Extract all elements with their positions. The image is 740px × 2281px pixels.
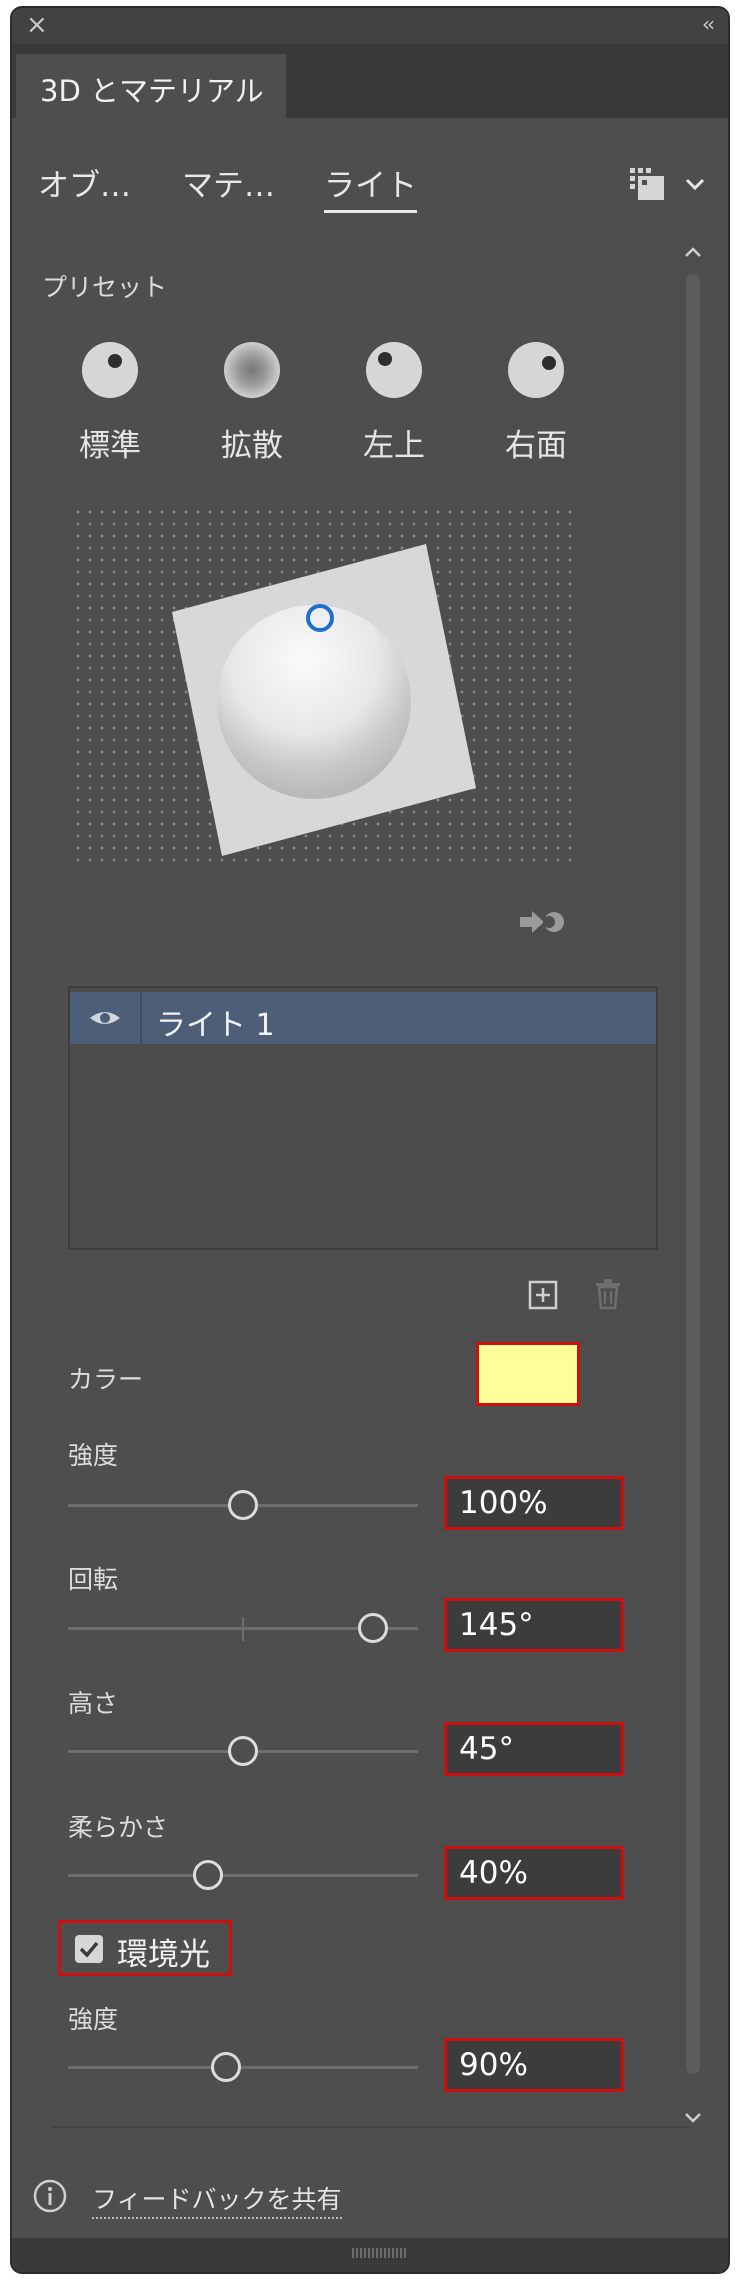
preview-sphere <box>217 605 411 799</box>
share-feedback-link[interactable]: フィードバックを共有 <box>92 2180 342 2219</box>
softness-slider[interactable] <box>68 1860 418 1892</box>
preset-top-left-icon <box>366 342 422 398</box>
footer-divider <box>52 2126 688 2128</box>
row-divider <box>140 992 142 1044</box>
light-name: ライト 1 <box>156 1008 275 1043</box>
rotation-slider-thumb[interactable] <box>357 1613 388 1643</box>
rotation-center-tick <box>242 1617 244 1641</box>
preset-diffuse[interactable]: 拡散 <box>202 342 302 465</box>
info-icon <box>33 2179 67 2213</box>
ambient-intensity-slider[interactable] <box>68 2052 418 2084</box>
collapse-panel-icon[interactable]: ‹‹ <box>702 14 715 34</box>
height-label: 高さ <box>68 1689 119 1718</box>
close-icon[interactable]: × <box>26 12 48 38</box>
ambient-intensity-label: 強度 <box>68 2005 119 2034</box>
ambient-intensity-input[interactable]: 90% <box>444 2038 624 2092</box>
preset-top-left[interactable]: 左上 <box>344 342 444 465</box>
move-light-to-object-icon[interactable] <box>518 908 566 936</box>
tab-material[interactable]: マテ… <box>182 160 275 205</box>
chevron-down-icon[interactable] <box>684 173 706 195</box>
intensity-slider-thumb[interactable] <box>228 1490 258 1520</box>
light-list: ライト 1 <box>68 986 658 1250</box>
panel-window: × ‹‹ 3D とマテリアル オブ… マテ… ライト プリセット 標準 拡散 左… <box>10 6 730 2274</box>
intensity-label: 強度 <box>68 1441 119 1470</box>
presets-heading: プリセット <box>42 273 168 302</box>
softness-slider-thumb[interactable] <box>193 1860 223 1890</box>
preset-right-icon <box>508 342 564 398</box>
rotation-slider[interactable] <box>68 1613 418 1645</box>
intensity-slider[interactable] <box>68 1490 418 1522</box>
preset-standard[interactable]: 標準 <box>60 342 160 465</box>
ambient-light-label: 環境光 <box>117 1937 210 1973</box>
color-label: カラー <box>68 1365 144 1394</box>
trash-icon[interactable] <box>594 1278 622 1310</box>
preset-standard-icon <box>82 342 138 398</box>
tab-light[interactable]: ライト <box>324 160 417 213</box>
preset-label: 標準 <box>79 428 141 464</box>
add-light-icon[interactable] <box>528 1280 558 1310</box>
rotation-label: 回転 <box>68 1565 119 1594</box>
checkmark-icon <box>79 1941 99 1958</box>
preset-label: 右面 <box>505 428 567 464</box>
scrollbar[interactable] <box>678 232 708 2123</box>
resize-grip-icon[interactable] <box>352 2248 406 2258</box>
preset-label: 左上 <box>363 428 425 464</box>
preset-right[interactable]: 右面 <box>486 342 586 465</box>
resize-bar[interactable] <box>12 2238 728 2272</box>
panel-tab-3d-materials[interactable]: 3D とマテリアル <box>16 54 286 122</box>
light-preview-canvas[interactable] <box>76 510 576 870</box>
ambient-light-checkbox[interactable] <box>75 1935 103 1963</box>
panel-tab-bar: 3D とマテリアル <box>12 44 728 122</box>
color-swatch[interactable] <box>476 1342 580 1406</box>
scroll-up-icon[interactable] <box>683 244 703 260</box>
eye-icon[interactable] <box>88 1006 122 1030</box>
intensity-input[interactable]: 100% <box>444 1476 624 1530</box>
height-input[interactable]: 45° <box>444 1722 624 1776</box>
height-slider[interactable] <box>68 1736 418 1768</box>
render-view-icon[interactable] <box>628 166 666 202</box>
light-list-item[interactable]: ライト 1 <box>70 992 656 1044</box>
rotation-input[interactable]: 145° <box>444 1598 624 1652</box>
scroll-down-icon[interactable] <box>683 2110 703 2126</box>
preset-label: 拡散 <box>221 428 283 464</box>
preset-diffuse-icon <box>224 342 280 398</box>
softness-label: 柔らかさ <box>68 1813 169 1842</box>
scrollbar-thumb[interactable] <box>686 274 700 2074</box>
title-bar: × ‹‹ <box>12 8 728 44</box>
ambient-intensity-slider-thumb[interactable] <box>210 2052 241 2082</box>
ambient-light-toggle[interactable]: 環境光 <box>58 1920 232 1976</box>
tab-object[interactable]: オブ… <box>38 160 131 205</box>
softness-input[interactable]: 40% <box>444 1846 624 1900</box>
height-slider-thumb[interactable] <box>228 1736 258 1766</box>
